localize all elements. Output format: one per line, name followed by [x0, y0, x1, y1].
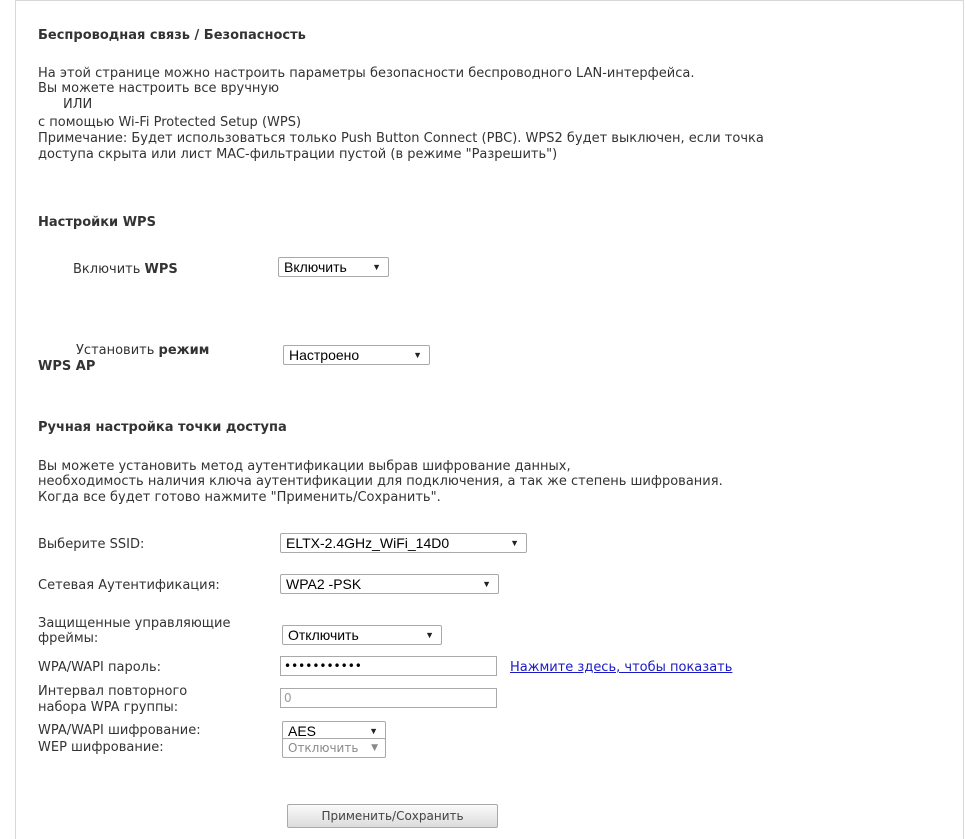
auth-select[interactable]: WPA2 -PSK ▼ [280, 574, 499, 594]
intro-line-1: На этой странице можно настроить парамет… [38, 66, 695, 81]
rekey-interval-field[interactable]: 0 [280, 688, 497, 708]
ssid-label: Выберите SSID: [38, 537, 145, 552]
page-title: Беспроводная связь / Безопасность [38, 28, 306, 43]
intro-line-or: ИЛИ [63, 97, 93, 112]
wep-select[interactable]: Отключить ▼ [282, 738, 386, 758]
wps-enable-label-text: Включить [73, 262, 145, 277]
chevron-down-icon: ▼ [372, 262, 381, 272]
rekey-label-line-2: набора WPA группы: [38, 700, 179, 715]
pmf-label-line-2: фреймы: [38, 631, 99, 646]
ssid-select[interactable]: ELTX-2.4GHz_WiFi_14D0 ▼ [280, 533, 527, 553]
wps-mode-select[interactable]: Настроено ▼ [283, 345, 430, 365]
pmf-label-line-1: Защищенные управляющие [38, 616, 231, 631]
chevron-down-icon: ▼ [425, 630, 434, 640]
manual-heading: Ручная настройка точки доступа [38, 420, 287, 435]
apply-save-button[interactable]: Применить/Сохранить [287, 804, 498, 828]
intro-line-4: Примечание: Будет использоваться только … [38, 131, 764, 146]
manual-desc-line-2: необходимость наличия ключа аутентификац… [38, 474, 723, 489]
wps-enable-label: Включить WPS [73, 262, 178, 277]
chevron-down-icon: ▼ [371, 743, 378, 753]
chevron-down-icon: ▼ [482, 579, 491, 589]
intro-line-2: Вы можете настроить все вручную [38, 81, 280, 96]
auth-value: WPA2 -PSK [286, 576, 362, 592]
auth-label: Сетевая Аутентификация: [38, 578, 220, 593]
wps-enable-value: Включить [284, 259, 347, 275]
password-field[interactable]: ••••••••••• [280, 656, 497, 676]
chevron-down-icon: ▼ [413, 350, 422, 360]
password-label: WPA/WAPI пароль: [38, 660, 161, 675]
show-password-link[interactable]: Нажмите здесь, чтобы показать [510, 660, 732, 675]
wps-mode-label: Установить режим [76, 343, 209, 358]
pmf-select[interactable]: Отключить ▼ [282, 625, 442, 645]
wps-mode-value: Настроено [289, 347, 360, 363]
wps-mode-label-line2: WPS AP [38, 359, 96, 374]
wep-value: Отключить [288, 741, 359, 755]
intro-line-3: с помощью Wi-Fi Protected Setup (WPS) [38, 115, 302, 130]
wps-mode-label-text: Установить [76, 343, 159, 358]
wps-heading: Настройки WPS [38, 215, 156, 230]
wep-label: WEP шифрование: [38, 740, 164, 755]
pmf-value: Отключить [288, 627, 359, 643]
intro-line-5: доступа скрыта или лист MAC-фильтрации п… [38, 147, 558, 162]
wps-mode-label-bold: режим [158, 343, 210, 358]
manual-desc-line-1: Вы можете установить метод аутентификаци… [38, 459, 571, 474]
ssid-value: ELTX-2.4GHz_WiFi_14D0 [286, 535, 450, 551]
chevron-down-icon: ▼ [510, 538, 519, 548]
manual-desc-line-3: Когда все будет готово нажмите "Применит… [38, 490, 441, 505]
rekey-label-line-1: Интервал повторного [38, 684, 188, 699]
wps-enable-label-bold: WPS [144, 262, 178, 277]
encryption-label: WPA/WAPI шифрование: [38, 723, 201, 738]
wps-enable-select[interactable]: Включить ▼ [278, 257, 389, 277]
